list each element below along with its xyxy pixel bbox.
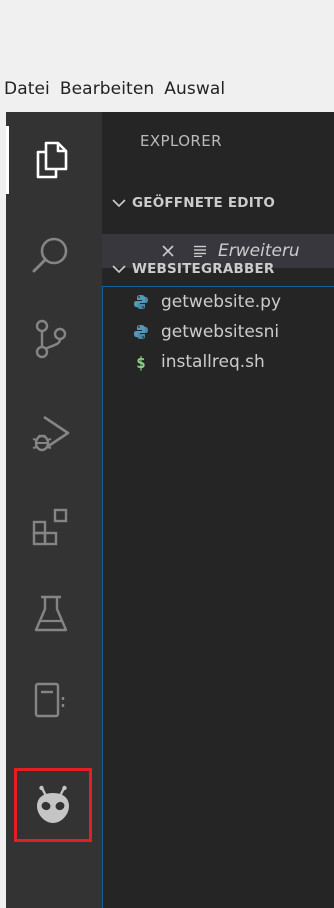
testing-flask-icon: [34, 595, 68, 632]
activity-bar: [0, 112, 102, 908]
activity-testing[interactable]: [6, 574, 96, 654]
vscode-window: Datei Bearbeiten Auswal EXPLORER GEÖFFNE…: [0, 0, 334, 908]
file-tree: getwebsite.py getwebsitesni $ installreq…: [102, 286, 334, 908]
file-name: installreq.sh: [161, 352, 265, 372]
python-icon: [131, 324, 151, 340]
extensions-icon: [32, 508, 68, 546]
explorer-icon: [36, 141, 68, 179]
source-control-icon: [35, 319, 67, 359]
run-debug-icon: [32, 415, 70, 452]
menu-datei[interactable]: Datei: [0, 79, 54, 99]
menu-auswahl[interactable]: Auswal: [158, 79, 229, 99]
file-name: getwebsitesni: [161, 322, 280, 342]
activity-explorer[interactable]: [6, 120, 96, 200]
activity-search[interactable]: [6, 215, 96, 295]
folder-header[interactable]: WEBSITEGRABBER: [102, 254, 334, 284]
file-item[interactable]: getwebsitesni: [103, 317, 334, 347]
activity-extensions[interactable]: [6, 487, 96, 567]
activity-run-debug[interactable]: [6, 394, 96, 474]
file-name: getwebsite.py: [161, 292, 282, 312]
title-bar: [0, 0, 334, 66]
search-icon: [32, 237, 68, 273]
notebook-icon: [34, 682, 65, 718]
activity-notebook[interactable]: [6, 660, 96, 740]
python-icon: [131, 294, 151, 310]
open-editors-label: GEÖFFNETE EDITO: [132, 195, 276, 211]
chevron-down-icon: [106, 264, 132, 274]
activity-platformio[interactable]: [14, 768, 92, 842]
file-item[interactable]: getwebsite.py: [103, 287, 334, 317]
platformio-alien-icon: [37, 785, 69, 823]
activity-source-control[interactable]: [6, 299, 96, 379]
shell-dollar-icon: $: [136, 352, 146, 372]
chevron-down-icon: [106, 198, 132, 208]
folder-label: WEBSITEGRABBER: [132, 261, 275, 277]
menu-bearbeiten[interactable]: Bearbeiten: [54, 79, 158, 99]
sidebar-title: EXPLORER: [140, 132, 222, 150]
file-item[interactable]: $ installreq.sh: [103, 347, 334, 377]
menu-bar: Datei Bearbeiten Auswal: [0, 66, 334, 112]
explorer-sidebar: EXPLORER GEÖFFNETE EDITO Erweiteru WEBSI…: [102, 112, 334, 908]
open-editors-header[interactable]: GEÖFFNETE EDITO: [102, 188, 334, 218]
